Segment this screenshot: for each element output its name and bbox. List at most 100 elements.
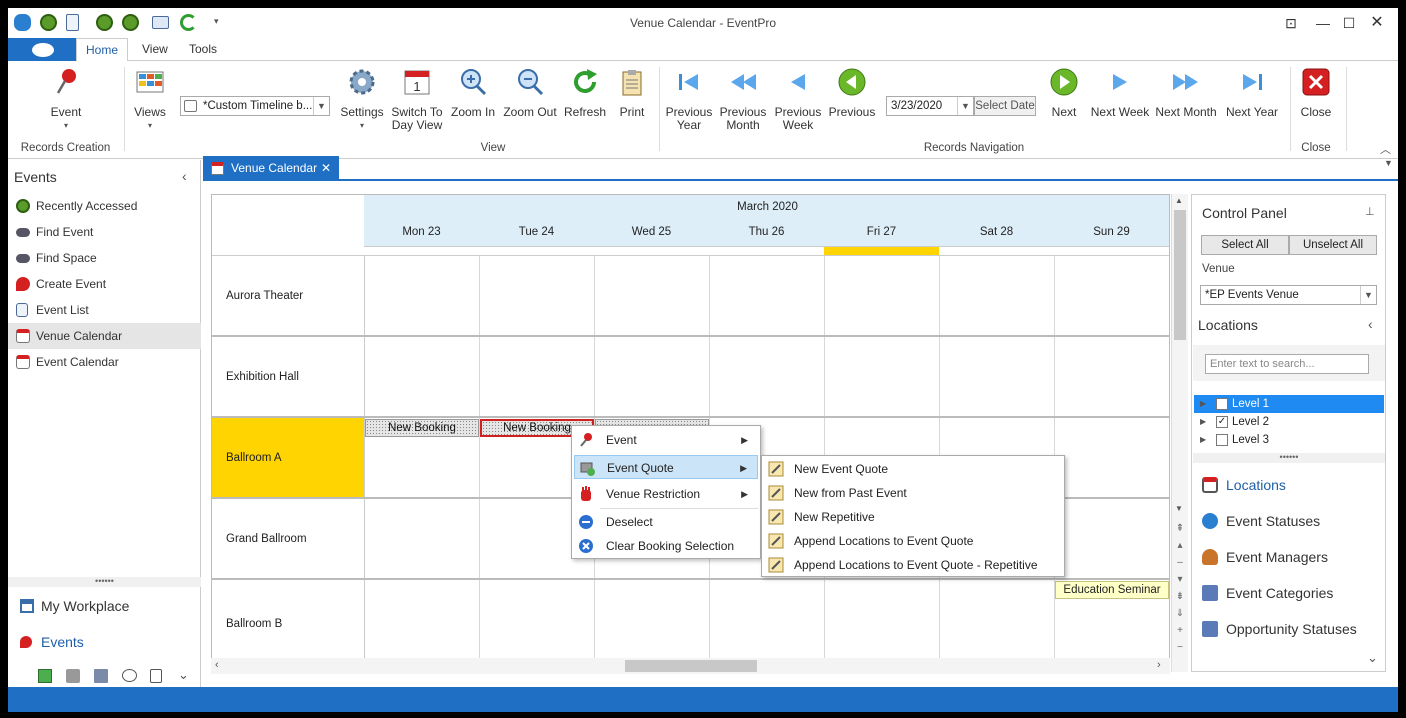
previous-button[interactable]: Previous <box>826 67 878 119</box>
panel-splitter[interactable]: •••••• <box>1193 453 1385 463</box>
event-button[interactable]: Event ▾ <box>38 67 94 132</box>
menu-item-event-quote[interactable]: Event Quote ▶ <box>574 455 758 479</box>
nav-my-workplace[interactable]: My Workplace <box>20 598 129 614</box>
building-icon[interactable] <box>94 669 108 683</box>
chevron-down-icon[interactable]: ▼ <box>1360 286 1376 304</box>
submenu-item-new-repetitive[interactable]: New Repetitive <box>764 505 1062 529</box>
previous-year-button[interactable]: Previous Year <box>664 67 714 132</box>
close-window-button[interactable]: ✕ <box>1364 13 1390 33</box>
zoom-out-button[interactable]: Zoom Out <box>502 67 558 119</box>
spreadsheet-icon[interactable] <box>38 669 52 683</box>
close-tab-icon[interactable]: ✕ <box>321 156 331 180</box>
day-header[interactable]: Mon 23 <box>364 226 479 238</box>
chevron-down-icon[interactable]: ⌄ <box>178 667 189 683</box>
collapse-sidebar-icon[interactable]: ‹ <box>182 168 187 184</box>
submenu-item-append-locations[interactable]: Append Locations to Event Quote <box>764 529 1062 553</box>
nav-events[interactable]: Events <box>20 634 84 650</box>
sidebar-item-find-event[interactable]: Find Event <box>8 219 201 245</box>
collapse-locations-icon[interactable]: ‹ <box>1368 316 1373 332</box>
next-week-button[interactable]: Next Week <box>1090 67 1150 119</box>
scroll-up-icon[interactable]: ▲ <box>1175 196 1183 205</box>
switch-to-day-view-button[interactable]: 1 Switch To Day View <box>390 67 444 132</box>
booking-block[interactable]: New Booking <box>365 419 479 437</box>
cp-nav-event-statuses[interactable]: Event Statuses <box>1202 509 1320 533</box>
day-header[interactable]: Thu 26 <box>709 226 824 238</box>
sidebar-splitter[interactable]: •••••• <box>8 577 201 587</box>
level-row[interactable]: ▶ Level 3 <box>1194 431 1384 449</box>
day-header[interactable]: Sat 28 <box>939 226 1054 238</box>
checkbox-checked[interactable]: ✓ <box>1216 416 1228 428</box>
sidebar-item-find-space[interactable]: Find Space <box>8 245 201 271</box>
views-button[interactable]: Views ▾ <box>132 67 168 132</box>
submenu-item-new-event-quote[interactable]: New Event Quote <box>764 457 1062 481</box>
previous-week-button[interactable]: Previous Week <box>772 67 824 132</box>
menu-item-event[interactable]: Event ▶ <box>574 428 758 452</box>
chevron-down-icon[interactable]: ▼ <box>313 97 329 115</box>
day-header[interactable]: Sun 29 <box>1054 226 1169 238</box>
pin-icon[interactable]: ⊥ <box>1365 205 1375 218</box>
restore-ribbon-icon[interactable]: ⊡ <box>1278 13 1304 33</box>
level-row[interactable]: ▶ ✓ Level 2 <box>1194 413 1384 431</box>
scroll-left-icon[interactable]: ‹ <box>215 659 219 671</box>
horizontal-scrollbar[interactable]: ‹ › <box>211 658 1170 674</box>
printer-icon[interactable] <box>66 669 80 683</box>
cp-nav-locations[interactable]: Locations <box>1202 473 1286 497</box>
settings-button[interactable]: Settings ▾ <box>338 67 386 132</box>
select-all-button[interactable]: Select All <box>1201 235 1289 255</box>
zoom-in-button[interactable]: Zoom In <box>450 67 496 119</box>
submenu-item-new-from-past-event[interactable]: New from Past Event <box>764 481 1062 505</box>
chevron-down-icon[interactable]: ▼ <box>957 97 973 115</box>
cp-nav-event-managers[interactable]: Event Managers <box>1202 545 1328 569</box>
sidebar-item-event-calendar[interactable]: Event Calendar <box>8 349 201 375</box>
print-button[interactable]: Print <box>614 67 650 119</box>
day-header[interactable]: Tue 24 <box>479 226 594 238</box>
menu-item-clear-booking-selection[interactable]: Clear Booking Selection <box>574 534 758 558</box>
chat-bubble-icon[interactable] <box>122 669 137 682</box>
timeline-view-combo[interactable]: *Custom Timeline b... ▼ <box>180 96 330 116</box>
cp-nav-opportunity-statuses[interactable]: Opportunity Statuses <box>1202 617 1357 641</box>
collapse-ribbon-icon[interactable]: ︿ <box>1380 141 1391 157</box>
vertical-scrollbar[interactable]: ▲ ▼ ⇞ ▴ – ▾ ⇟ ⇓ + − <box>1171 194 1188 672</box>
sidebar-item-create-event[interactable]: Create Event <box>8 271 201 297</box>
previous-month-button[interactable]: Previous Month <box>717 67 769 132</box>
minimize-button[interactable]: — <box>1310 13 1336 33</box>
scroll-thumb[interactable] <box>1174 210 1186 340</box>
sidebar-item-recently-accessed[interactable]: Recently Accessed <box>8 193 201 219</box>
select-date-button[interactable]: Select Date <box>974 96 1036 116</box>
menu-item-deselect[interactable]: Deselect <box>574 510 758 534</box>
next-month-button[interactable]: Next Month <box>1154 67 1218 119</box>
tab-view[interactable]: View <box>142 42 168 56</box>
tab-tools[interactable]: Tools <box>189 42 217 56</box>
sidebar-item-venue-calendar[interactable]: Venue Calendar <box>8 323 201 349</box>
tab-home[interactable]: Home <box>76 38 128 62</box>
tab-venue-calendar[interactable]: Venue Calendar ✕ <box>203 156 339 180</box>
date-picker[interactable]: 3/23/2020 ▼ <box>886 96 974 116</box>
location-search-input[interactable]: Enter text to search... <box>1205 354 1369 374</box>
clipboard-icon[interactable] <box>150 669 162 683</box>
close-button[interactable]: Close <box>1296 67 1336 119</box>
refresh-button[interactable]: Refresh <box>562 67 608 119</box>
cp-nav-event-categories[interactable]: Event Categories <box>1202 581 1333 605</box>
next-button[interactable]: Next <box>1042 67 1086 119</box>
unselect-all-button[interactable]: Unselect All <box>1289 235 1377 255</box>
tab-list-dropdown-icon[interactable]: ▼ <box>1384 158 1393 168</box>
scroll-down-icon[interactable]: ▼ <box>1175 504 1183 513</box>
file-menu-button[interactable] <box>8 38 76 61</box>
day-header[interactable]: Wed 25 <box>594 226 709 238</box>
maximize-button[interactable]: ☐ <box>1336 13 1362 33</box>
submenu-item-append-locations-repetitive[interactable]: Append Locations to Event Quote - Repeti… <box>764 553 1062 577</box>
expand-icon[interactable]: ▶ <box>1200 395 1206 413</box>
day-header[interactable]: Fri 27 <box>824 226 939 238</box>
menu-item-venue-restriction[interactable]: Venue Restriction ▶ <box>574 482 758 506</box>
expand-icon[interactable]: ▶ <box>1200 413 1206 431</box>
next-year-button[interactable]: Next Year <box>1222 67 1282 119</box>
scroll-right-icon[interactable]: › <box>1157 659 1161 671</box>
expand-icon[interactable]: ▶ <box>1200 431 1206 449</box>
venue-row[interactable]: Aurora Theater <box>212 256 1169 337</box>
checkbox-unchecked[interactable] <box>1216 434 1228 446</box>
event-block[interactable]: Education Seminar <box>1055 581 1169 599</box>
checkbox-checked[interactable]: ✓ <box>1216 398 1228 410</box>
sidebar-item-event-list[interactable]: Event List <box>8 297 201 323</box>
chevron-down-icon[interactable]: ⌄ <box>1367 650 1378 666</box>
venue-row[interactable]: Ballroom B <box>212 580 1169 661</box>
